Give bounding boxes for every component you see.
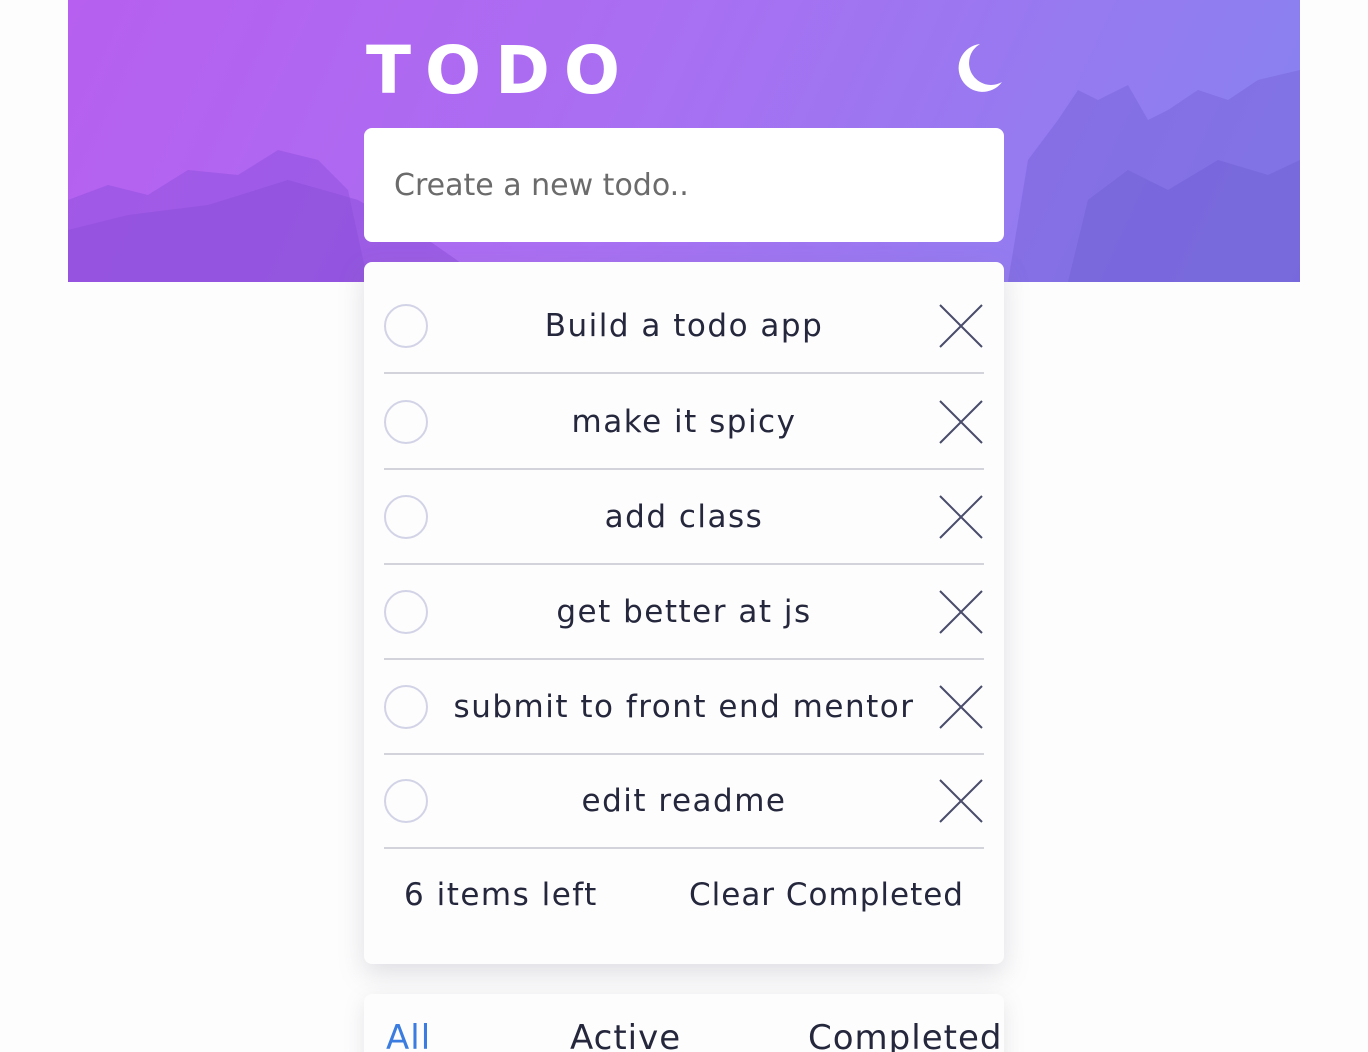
complete-checkbox[interactable] bbox=[384, 779, 428, 823]
todo-text: add class bbox=[604, 499, 764, 535]
theme-toggle-button[interactable] bbox=[944, 38, 1006, 96]
close-icon bbox=[939, 685, 983, 729]
todo-text: submit to front end mentor bbox=[453, 689, 915, 725]
delete-button[interactable] bbox=[938, 494, 984, 540]
filter-bar: All Active Completed bbox=[364, 994, 1004, 1052]
todo-text: edit readme bbox=[581, 783, 787, 819]
complete-checkbox[interactable] bbox=[384, 495, 428, 539]
moon-icon bbox=[958, 44, 1002, 92]
todo-text: make it spicy bbox=[571, 404, 797, 440]
todo-item: edit readme bbox=[384, 755, 984, 849]
todo-app: TODO Build a todo app make it spicy add … bbox=[0, 0, 1368, 1052]
todo-item: make it spicy bbox=[384, 376, 984, 470]
todo-item: add class bbox=[384, 471, 984, 565]
close-icon bbox=[939, 590, 983, 634]
delete-button[interactable] bbox=[938, 778, 984, 824]
todo-item: Build a todo app bbox=[384, 280, 984, 374]
clear-completed-button[interactable]: Clear Completed bbox=[689, 850, 964, 940]
todo-item: get better at js bbox=[384, 566, 984, 660]
close-icon bbox=[939, 495, 983, 539]
delete-button[interactable] bbox=[938, 399, 984, 445]
filter-all[interactable]: All bbox=[386, 1018, 431, 1052]
app-title: TODO bbox=[366, 32, 635, 109]
complete-checkbox[interactable] bbox=[384, 400, 428, 444]
complete-checkbox[interactable] bbox=[384, 304, 428, 348]
complete-checkbox[interactable] bbox=[384, 685, 428, 729]
filter-completed[interactable]: Completed bbox=[808, 1018, 1002, 1052]
list-footer: 6 items left Clear Completed bbox=[384, 850, 984, 940]
delete-button[interactable] bbox=[938, 684, 984, 730]
new-todo-input[interactable] bbox=[394, 167, 954, 203]
items-left-count: 6 items left bbox=[404, 877, 598, 913]
filter-active[interactable]: Active bbox=[570, 1018, 681, 1052]
todo-item: submit to front end mentor bbox=[384, 661, 984, 755]
close-icon bbox=[939, 304, 983, 348]
complete-checkbox[interactable] bbox=[384, 590, 428, 634]
delete-button[interactable] bbox=[938, 589, 984, 635]
new-todo-field bbox=[364, 128, 1004, 242]
delete-button[interactable] bbox=[938, 303, 984, 349]
todo-list: Build a todo app make it spicy add class… bbox=[364, 262, 1004, 964]
todo-text: get better at js bbox=[556, 594, 812, 630]
close-icon bbox=[939, 400, 983, 444]
todo-text: Build a todo app bbox=[544, 308, 824, 344]
close-icon bbox=[939, 779, 983, 823]
